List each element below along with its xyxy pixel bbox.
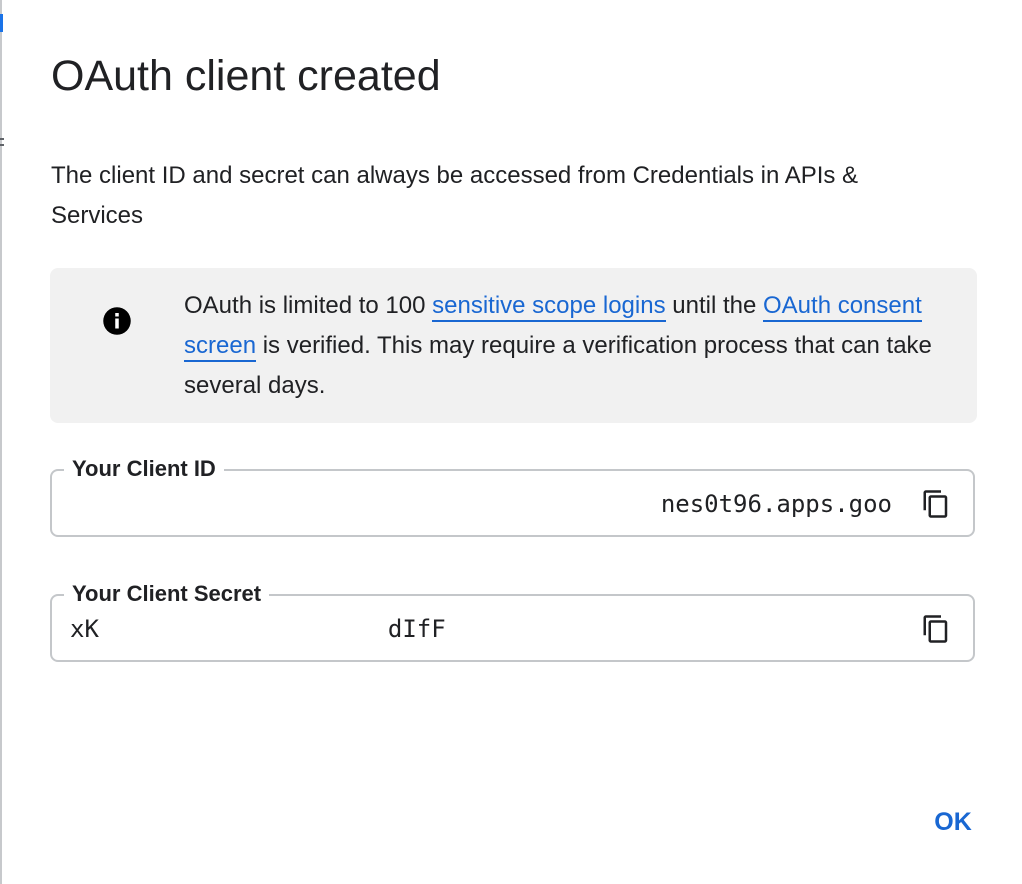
sensitive-scope-logins-link[interactable]: sensitive scope logins: [432, 292, 666, 322]
copy-client-secret-button[interactable]: [921, 613, 951, 645]
client-id-field[interactable]: Your Client ID nes0t96.apps.goo: [50, 455, 975, 537]
client-id-label: Your Client ID: [64, 455, 224, 483]
dialog-title: OAuth client created: [51, 52, 441, 100]
notice-text-before: OAuth is limited to 100: [184, 292, 433, 319]
info-icon: [103, 307, 131, 335]
copy-icon: [923, 490, 948, 518]
notice-text-after: is verified. This may require a verifica…: [184, 332, 932, 399]
notice-text: OAuth is limited to 100 sensitive scope …: [184, 286, 954, 406]
dialog-description: The client ID and secret can always be a…: [51, 162, 859, 229]
client-secret-value[interactable]: xK dIfF: [70, 614, 890, 644]
copy-icon: [923, 615, 948, 643]
client-id-value[interactable]: nes0t96.apps.goo: [552, 489, 892, 519]
client-secret-label: Your Client Secret: [64, 580, 270, 608]
client-secret-field[interactable]: Your Client Secret xK dIfF: [50, 580, 975, 662]
copy-client-id-button[interactable]: [921, 488, 951, 520]
notice-text-middle: until the: [665, 292, 763, 319]
ok-button[interactable]: OK: [920, 800, 986, 844]
oauth-created-dialog: OAuth client created The client ID and s…: [0, 0, 1022, 884]
